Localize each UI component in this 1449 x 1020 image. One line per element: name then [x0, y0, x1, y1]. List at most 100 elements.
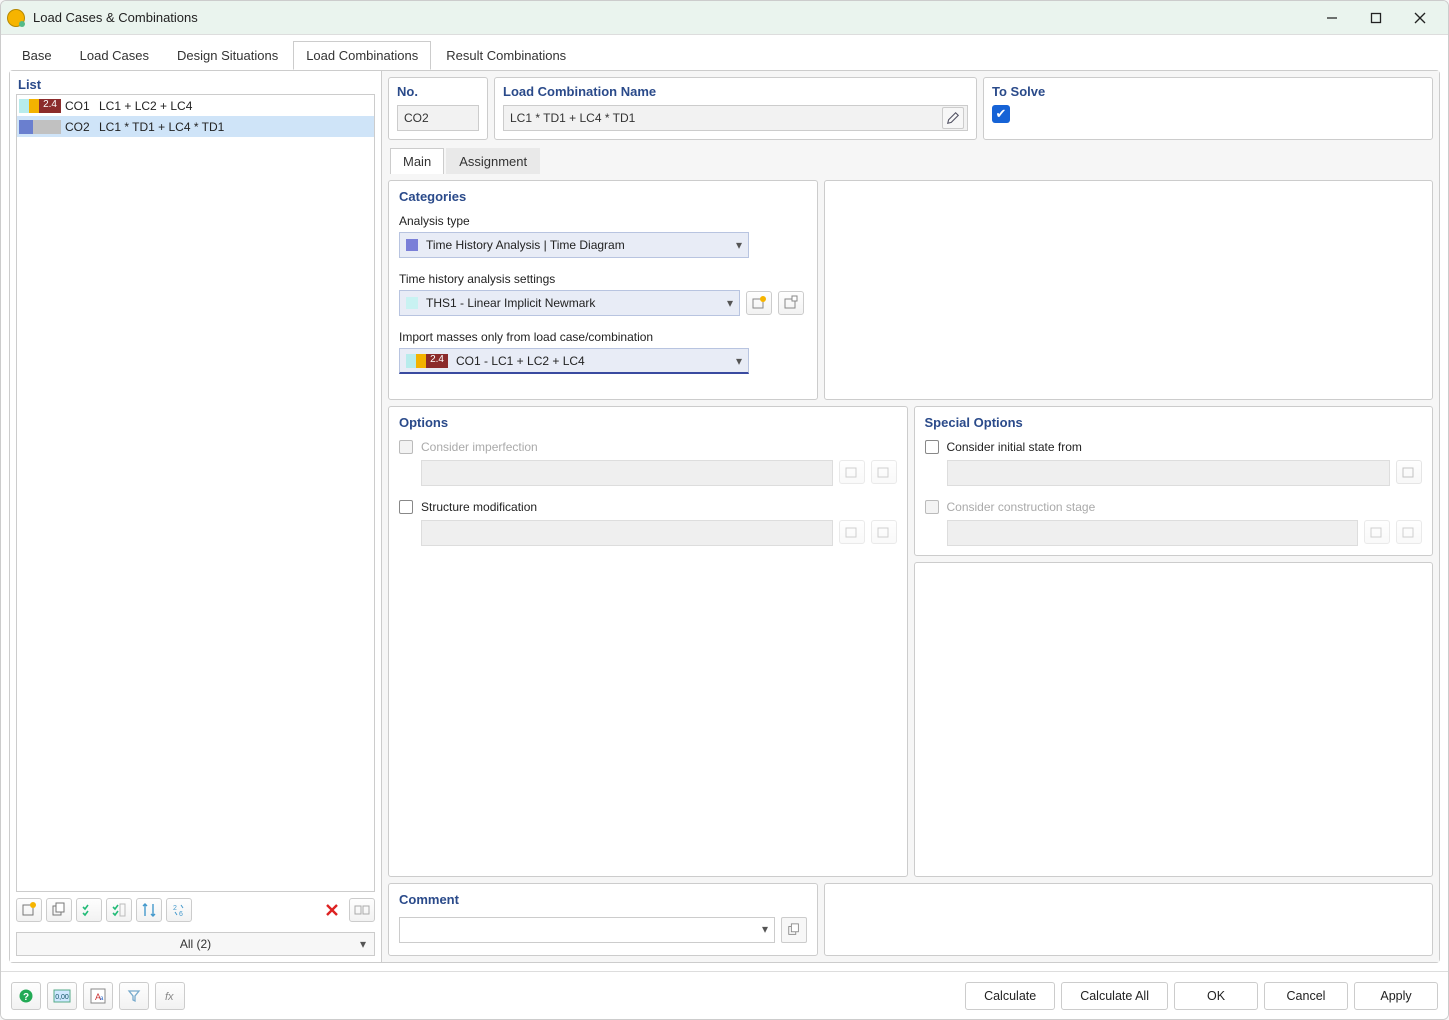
edit-initial-state-button [1396, 460, 1422, 484]
imperfection-select [421, 460, 833, 486]
check-selected-button[interactable] [76, 898, 102, 922]
close-button[interactable] [1398, 4, 1442, 32]
name-input[interactable]: LC1 * TD1 + LC4 * TD1 [503, 105, 968, 131]
svg-text:6: 6 [179, 911, 183, 918]
new-settings-button[interactable] [746, 291, 772, 315]
factor-badge: 2.4 [426, 354, 448, 368]
row-text: LC1 * TD1 + LC4 * TD1 [99, 120, 224, 134]
list-toolbar: 26 [10, 892, 381, 928]
initial-state-checkbox[interactable] [925, 440, 939, 454]
consider-imperfection-row: Consider imperfection [399, 440, 897, 454]
apply-button[interactable]: Apply [1354, 982, 1438, 1010]
special-title: Special Options [925, 415, 1423, 430]
svg-text:0,00: 0,00 [55, 994, 69, 1001]
ok-button[interactable]: OK [1174, 982, 1258, 1010]
svg-text:fx: fx [165, 991, 174, 1003]
formula-button[interactable]: fx [155, 982, 185, 1010]
initial-state-row: Consider initial state from [925, 440, 1423, 454]
options-panel: Options Consider imperfection St [388, 406, 908, 877]
combination-list[interactable]: 2.4 CO1 LC1 + LC2 + LC4 CO2 LC1 * TD1 + … [16, 94, 375, 892]
solve-card: To Solve ✔ [983, 77, 1433, 140]
swatch-icon [406, 297, 418, 309]
solve-label: To Solve [992, 84, 1424, 99]
settings-label: Time history analysis settings [399, 272, 807, 286]
empty-panel-top [824, 180, 1433, 400]
new-stage-button [1364, 520, 1390, 544]
edit-name-button[interactable] [942, 107, 964, 129]
factor-badge: 2.4 [39, 99, 61, 113]
no-input[interactable]: CO2 [397, 105, 479, 131]
calculate-button[interactable]: Calculate [965, 982, 1055, 1010]
edit-structure-mod-button [871, 520, 897, 544]
tab-load-combinations[interactable]: Load Combinations [293, 41, 431, 70]
font-button[interactable]: Aa [83, 982, 113, 1010]
new-structure-mod-button [839, 520, 865, 544]
import-masses-select[interactable]: 2.4 CO1 - LC1 + LC2 + LC4 [399, 348, 749, 374]
structure-modification-checkbox[interactable] [399, 500, 413, 514]
consider-imperfection-checkbox [399, 440, 413, 454]
construction-stage-row: Consider construction stage [925, 500, 1423, 514]
subtab-assignment[interactable]: Assignment [446, 148, 540, 174]
comment-panel: Comment [388, 883, 818, 956]
list-filter-select[interactable]: All (2) [16, 932, 375, 956]
comment-library-button[interactable] [781, 917, 807, 943]
analysis-type-select[interactable]: Time History Analysis | Time Diagram [399, 232, 749, 258]
swatch-icon [406, 239, 418, 251]
renumber-button[interactable]: 26 [166, 898, 192, 922]
categories-panel: Categories Analysis type Time History An… [388, 180, 818, 400]
empty-panel-bottom [824, 883, 1433, 956]
details-toggle-button[interactable] [349, 898, 375, 922]
subtab-main[interactable]: Main [390, 148, 444, 174]
units-button[interactable]: 0,00 [47, 982, 77, 1010]
import-label: Import masses only from load case/combin… [399, 330, 807, 344]
svg-text:?: ? [23, 992, 29, 1003]
svg-text:2: 2 [173, 905, 177, 912]
new-item-button[interactable] [16, 898, 42, 922]
delete-button[interactable] [319, 898, 345, 922]
construction-stage-checkbox [925, 500, 939, 514]
app-icon [7, 9, 25, 27]
calculate-all-button[interactable]: Calculate All [1061, 982, 1168, 1010]
window-title: Load Cases & Combinations [33, 10, 198, 25]
tab-load-cases[interactable]: Load Cases [67, 41, 162, 70]
minimize-button[interactable] [1310, 4, 1354, 32]
dialog-footer: ? 0,00 Aa fx Calculate Calculate All OK … [1, 971, 1448, 1019]
edit-imperfection-button [871, 460, 897, 484]
comment-select[interactable] [399, 917, 775, 943]
main-tabs: Base Load Cases Design Situations Load C… [1, 35, 1448, 70]
special-options-panel: Special Options Consider initial state f… [914, 406, 1434, 556]
no-card: No. CO2 [388, 77, 488, 140]
tab-design-situations[interactable]: Design Situations [164, 41, 291, 70]
maximize-button[interactable] [1354, 4, 1398, 32]
edit-stage-button [1396, 520, 1422, 544]
help-button[interactable]: ? [11, 982, 41, 1010]
titlebar: Load Cases & Combinations [1, 1, 1448, 35]
structure-modification-row: Structure modification [399, 500, 897, 514]
row-text: LC1 + LC2 + LC4 [99, 99, 192, 113]
filter-icon-button[interactable] [119, 982, 149, 1010]
row-code: CO2 [65, 120, 95, 134]
tab-base[interactable]: Base [9, 41, 65, 70]
options-title: Options [399, 415, 897, 430]
new-imperfection-button [839, 460, 865, 484]
name-card: Load Combination Name LC1 * TD1 + LC4 * … [494, 77, 977, 140]
edit-settings-button[interactable] [778, 291, 804, 315]
check-all-button[interactable] [106, 898, 132, 922]
list-header: List [10, 71, 381, 94]
empty-panel-mid [914, 562, 1434, 877]
cancel-button[interactable]: Cancel [1264, 982, 1348, 1010]
name-label: Load Combination Name [503, 84, 968, 99]
analysis-type-label: Analysis type [399, 214, 807, 228]
row-code: CO1 [65, 99, 95, 113]
to-solve-checkbox[interactable]: ✔ [992, 105, 1010, 123]
sort-button[interactable] [136, 898, 162, 922]
copy-item-button[interactable] [46, 898, 72, 922]
tab-result-combinations[interactable]: Result Combinations [433, 41, 579, 70]
list-item[interactable]: CO2 LC1 * TD1 + LC4 * TD1 [17, 116, 374, 137]
initial-state-select [947, 460, 1391, 486]
construction-stage-select [947, 520, 1359, 546]
list-item[interactable]: 2.4 CO1 LC1 + LC2 + LC4 [17, 95, 374, 116]
comment-title: Comment [399, 892, 807, 907]
analysis-settings-select[interactable]: THS1 - Linear Implicit Newmark [399, 290, 740, 316]
no-label: No. [397, 84, 479, 99]
